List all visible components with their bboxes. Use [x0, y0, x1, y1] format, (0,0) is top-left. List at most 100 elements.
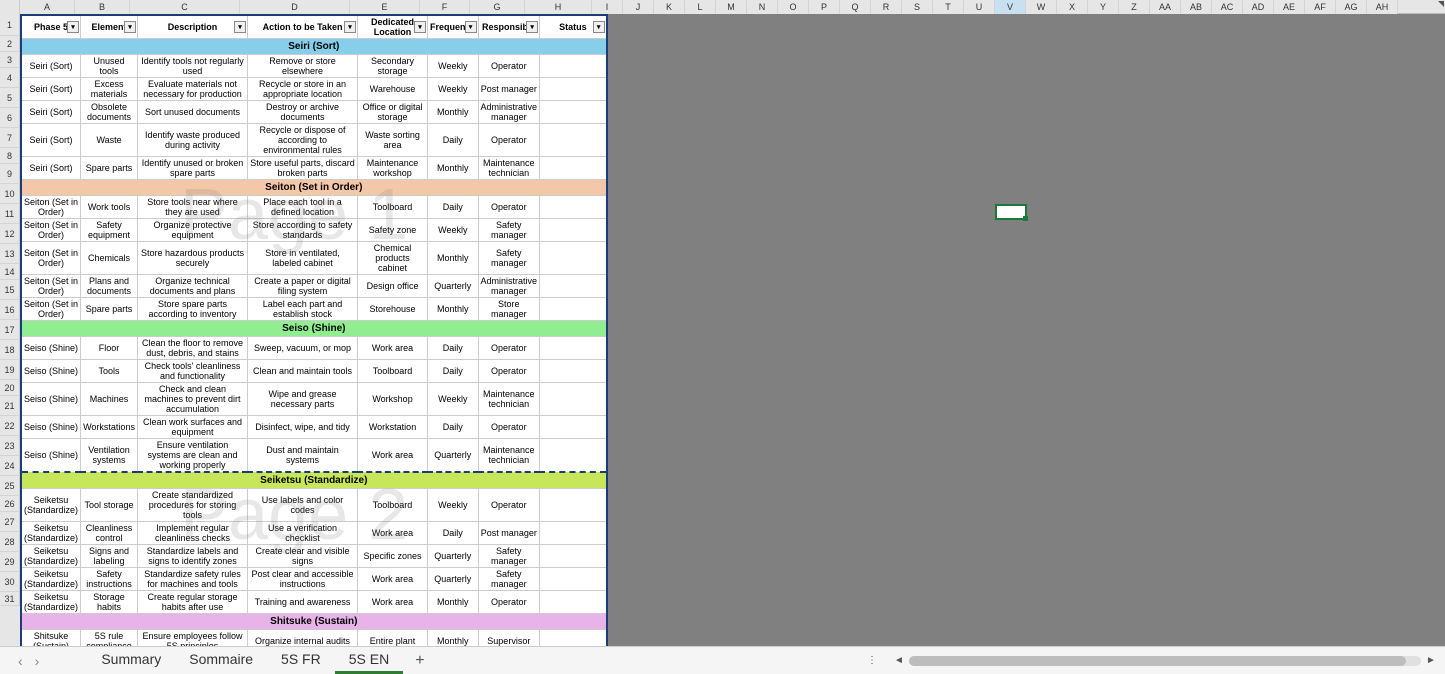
cell[interactable]: Place each tool in a defined location: [248, 196, 358, 219]
filter-dropdown-icon[interactable]: ▾: [465, 21, 477, 33]
cell[interactable]: Excess materials: [81, 78, 138, 101]
cell[interactable]: Maintenance technician: [478, 383, 540, 416]
cell[interactable]: Seiri (Sort): [21, 101, 81, 124]
cell[interactable]: Clean work surfaces and equipment: [138, 416, 248, 439]
scroll-left-icon[interactable]: ◄: [893, 655, 905, 667]
tab-prev-icon[interactable]: ‹: [18, 653, 23, 669]
column-header-cell[interactable]: Description▾: [138, 15, 248, 39]
cell[interactable]: Plans and documents: [81, 275, 138, 298]
cell[interactable]: Maintenance technician: [478, 157, 540, 180]
column-header-M[interactable]: M: [716, 0, 747, 14]
sheet-tab[interactable]: Sommaire: [175, 647, 267, 674]
column-header-F[interactable]: F: [420, 0, 470, 14]
table-row[interactable]: Seiri (Sort)Spare partsIdentify unused o…: [21, 157, 607, 180]
cell[interactable]: Quarterly: [428, 275, 479, 298]
column-header-V[interactable]: V: [995, 0, 1026, 14]
column-header-AA[interactable]: AA: [1150, 0, 1181, 14]
cell[interactable]: Create standardized procedures for stori…: [138, 488, 248, 521]
cell[interactable]: Seiton (Set in Order): [21, 219, 81, 242]
cell[interactable]: Seiso (Shine): [21, 383, 81, 416]
cell[interactable]: [540, 521, 607, 544]
cell[interactable]: Tools: [81, 360, 138, 383]
filter-dropdown-icon[interactable]: ▾: [234, 21, 246, 33]
cell[interactable]: Work area: [358, 590, 428, 613]
cell[interactable]: Maintenance technician: [478, 439, 540, 473]
cell[interactable]: Seiketsu (Standardize): [21, 488, 81, 521]
cell[interactable]: Tool storage: [81, 488, 138, 521]
column-header-W[interactable]: W: [1026, 0, 1057, 14]
cell[interactable]: Safety manager: [478, 242, 540, 275]
cell[interactable]: [540, 337, 607, 360]
cell[interactable]: Wipe and grease necessary parts: [248, 383, 358, 416]
cell[interactable]: Check and clean machines to prevent dirt…: [138, 383, 248, 416]
cell[interactable]: Floor: [81, 337, 138, 360]
row-header-21[interactable]: 21: [0, 396, 20, 416]
column-header-J[interactable]: J: [623, 0, 654, 14]
cell[interactable]: Operator: [478, 590, 540, 613]
cell[interactable]: Specific zones: [358, 544, 428, 567]
column-header-AE[interactable]: AE: [1274, 0, 1305, 14]
column-header-N[interactable]: N: [747, 0, 778, 14]
cell[interactable]: Weekly: [428, 78, 479, 101]
column-header-H[interactable]: H: [525, 0, 592, 14]
cell[interactable]: Operator: [478, 55, 540, 78]
cell[interactable]: Workstations: [81, 416, 138, 439]
cell[interactable]: [540, 275, 607, 298]
cell[interactable]: Seiton (Set in Order): [21, 275, 81, 298]
table-row[interactable]: Seiketsu (Standardize)Safety instruction…: [21, 567, 607, 590]
cell[interactable]: Evaluate materials not necessary for pro…: [138, 78, 248, 101]
cell[interactable]: Operator: [478, 124, 540, 157]
cell[interactable]: Design office: [358, 275, 428, 298]
cell[interactable]: Seiton (Set in Order): [21, 242, 81, 275]
cell[interactable]: Safety zone: [358, 219, 428, 242]
row-header-4[interactable]: 4: [0, 68, 20, 88]
cell[interactable]: Seiketsu (Standardize): [21, 521, 81, 544]
row-header-30[interactable]: 30: [0, 572, 20, 592]
cell[interactable]: Shitsuke (Sustain): [21, 629, 81, 646]
cell[interactable]: Waste: [81, 124, 138, 157]
cell[interactable]: Identify unused or broken spare parts: [138, 157, 248, 180]
cell[interactable]: Store hazardous products securely: [138, 242, 248, 275]
cell[interactable]: Operator: [478, 196, 540, 219]
cell[interactable]: Implement regular cleanliness checks: [138, 521, 248, 544]
column-header-O[interactable]: O: [778, 0, 809, 14]
cell[interactable]: Chemicals: [81, 242, 138, 275]
cell[interactable]: Safety instructions: [81, 567, 138, 590]
cell[interactable]: Workstation: [358, 416, 428, 439]
cell[interactable]: Clean and maintain tools: [248, 360, 358, 383]
filter-dropdown-icon[interactable]: ▾: [526, 21, 538, 33]
cell[interactable]: Cleanliness control: [81, 521, 138, 544]
column-header-AD[interactable]: AD: [1243, 0, 1274, 14]
table-row[interactable]: Seiketsu (Standardize)Tool storageCreate…: [21, 488, 607, 521]
row-header-15[interactable]: 15: [0, 280, 20, 300]
row-header-8[interactable]: 8: [0, 148, 20, 164]
cell[interactable]: Create regular storage habits after use: [138, 590, 248, 613]
cell[interactable]: Operator: [478, 360, 540, 383]
row-header-13[interactable]: 13: [0, 244, 20, 264]
column-header-D[interactable]: D: [240, 0, 350, 14]
cell[interactable]: 5S rule compliance: [81, 629, 138, 646]
table-row[interactable]: Seiso (Shine)WorkstationsClean work surf…: [21, 416, 607, 439]
table-row[interactable]: Seiketsu (Standardize)Signs and labeling…: [21, 544, 607, 567]
table-row[interactable]: Seiri (Sort)Obsolete documentsSort unuse…: [21, 101, 607, 124]
cell[interactable]: [540, 298, 607, 321]
table-row[interactable]: Seiton (Set in Order)Work toolsStore too…: [21, 196, 607, 219]
cell[interactable]: Weekly: [428, 488, 479, 521]
row-header-5[interactable]: 5: [0, 88, 20, 108]
sheet-area[interactable]: Page 1 Page 2 Phase 5▾Element▾Descriptio…: [20, 14, 1445, 646]
cell[interactable]: Machines: [81, 383, 138, 416]
sheet-tab[interactable]: Summary: [87, 647, 175, 674]
row-header-10[interactable]: 10: [0, 184, 20, 204]
row-header-23[interactable]: 23: [0, 436, 20, 456]
column-header-AF[interactable]: AF: [1305, 0, 1336, 14]
cell[interactable]: Chemical products cabinet: [358, 242, 428, 275]
cell[interactable]: Work area: [358, 337, 428, 360]
cell[interactable]: Operator: [478, 416, 540, 439]
row-header-7[interactable]: 7: [0, 128, 20, 148]
scroll-right-icon[interactable]: ►: [1425, 655, 1437, 667]
scroll-triangle-icon[interactable]: [1433, 0, 1445, 12]
row-header-14[interactable]: 14: [0, 264, 20, 280]
cell[interactable]: Maintenance workshop: [358, 157, 428, 180]
cell[interactable]: [540, 629, 607, 646]
cell[interactable]: [540, 196, 607, 219]
